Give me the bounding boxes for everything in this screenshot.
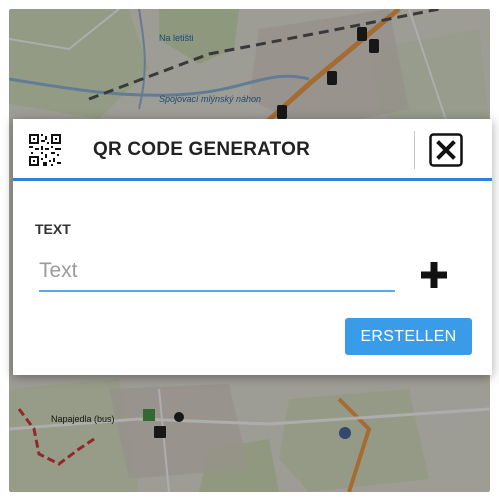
dialog-header: QR CODE GENERATOR [13, 119, 492, 181]
qr-code-generator-dialog: QR CODE GENERATOR TEXT ERSTELLEN [13, 119, 492, 375]
dialog-title: QR CODE GENERATOR [93, 139, 310, 160]
header-divider [414, 131, 415, 169]
create-button[interactable]: ERSTELLEN [345, 318, 472, 355]
close-icon[interactable] [429, 133, 463, 167]
text-input[interactable] [39, 252, 395, 292]
qr-code-icon [28, 133, 62, 167]
plus-icon[interactable] [419, 260, 449, 290]
text-field-label: TEXT [35, 221, 71, 237]
